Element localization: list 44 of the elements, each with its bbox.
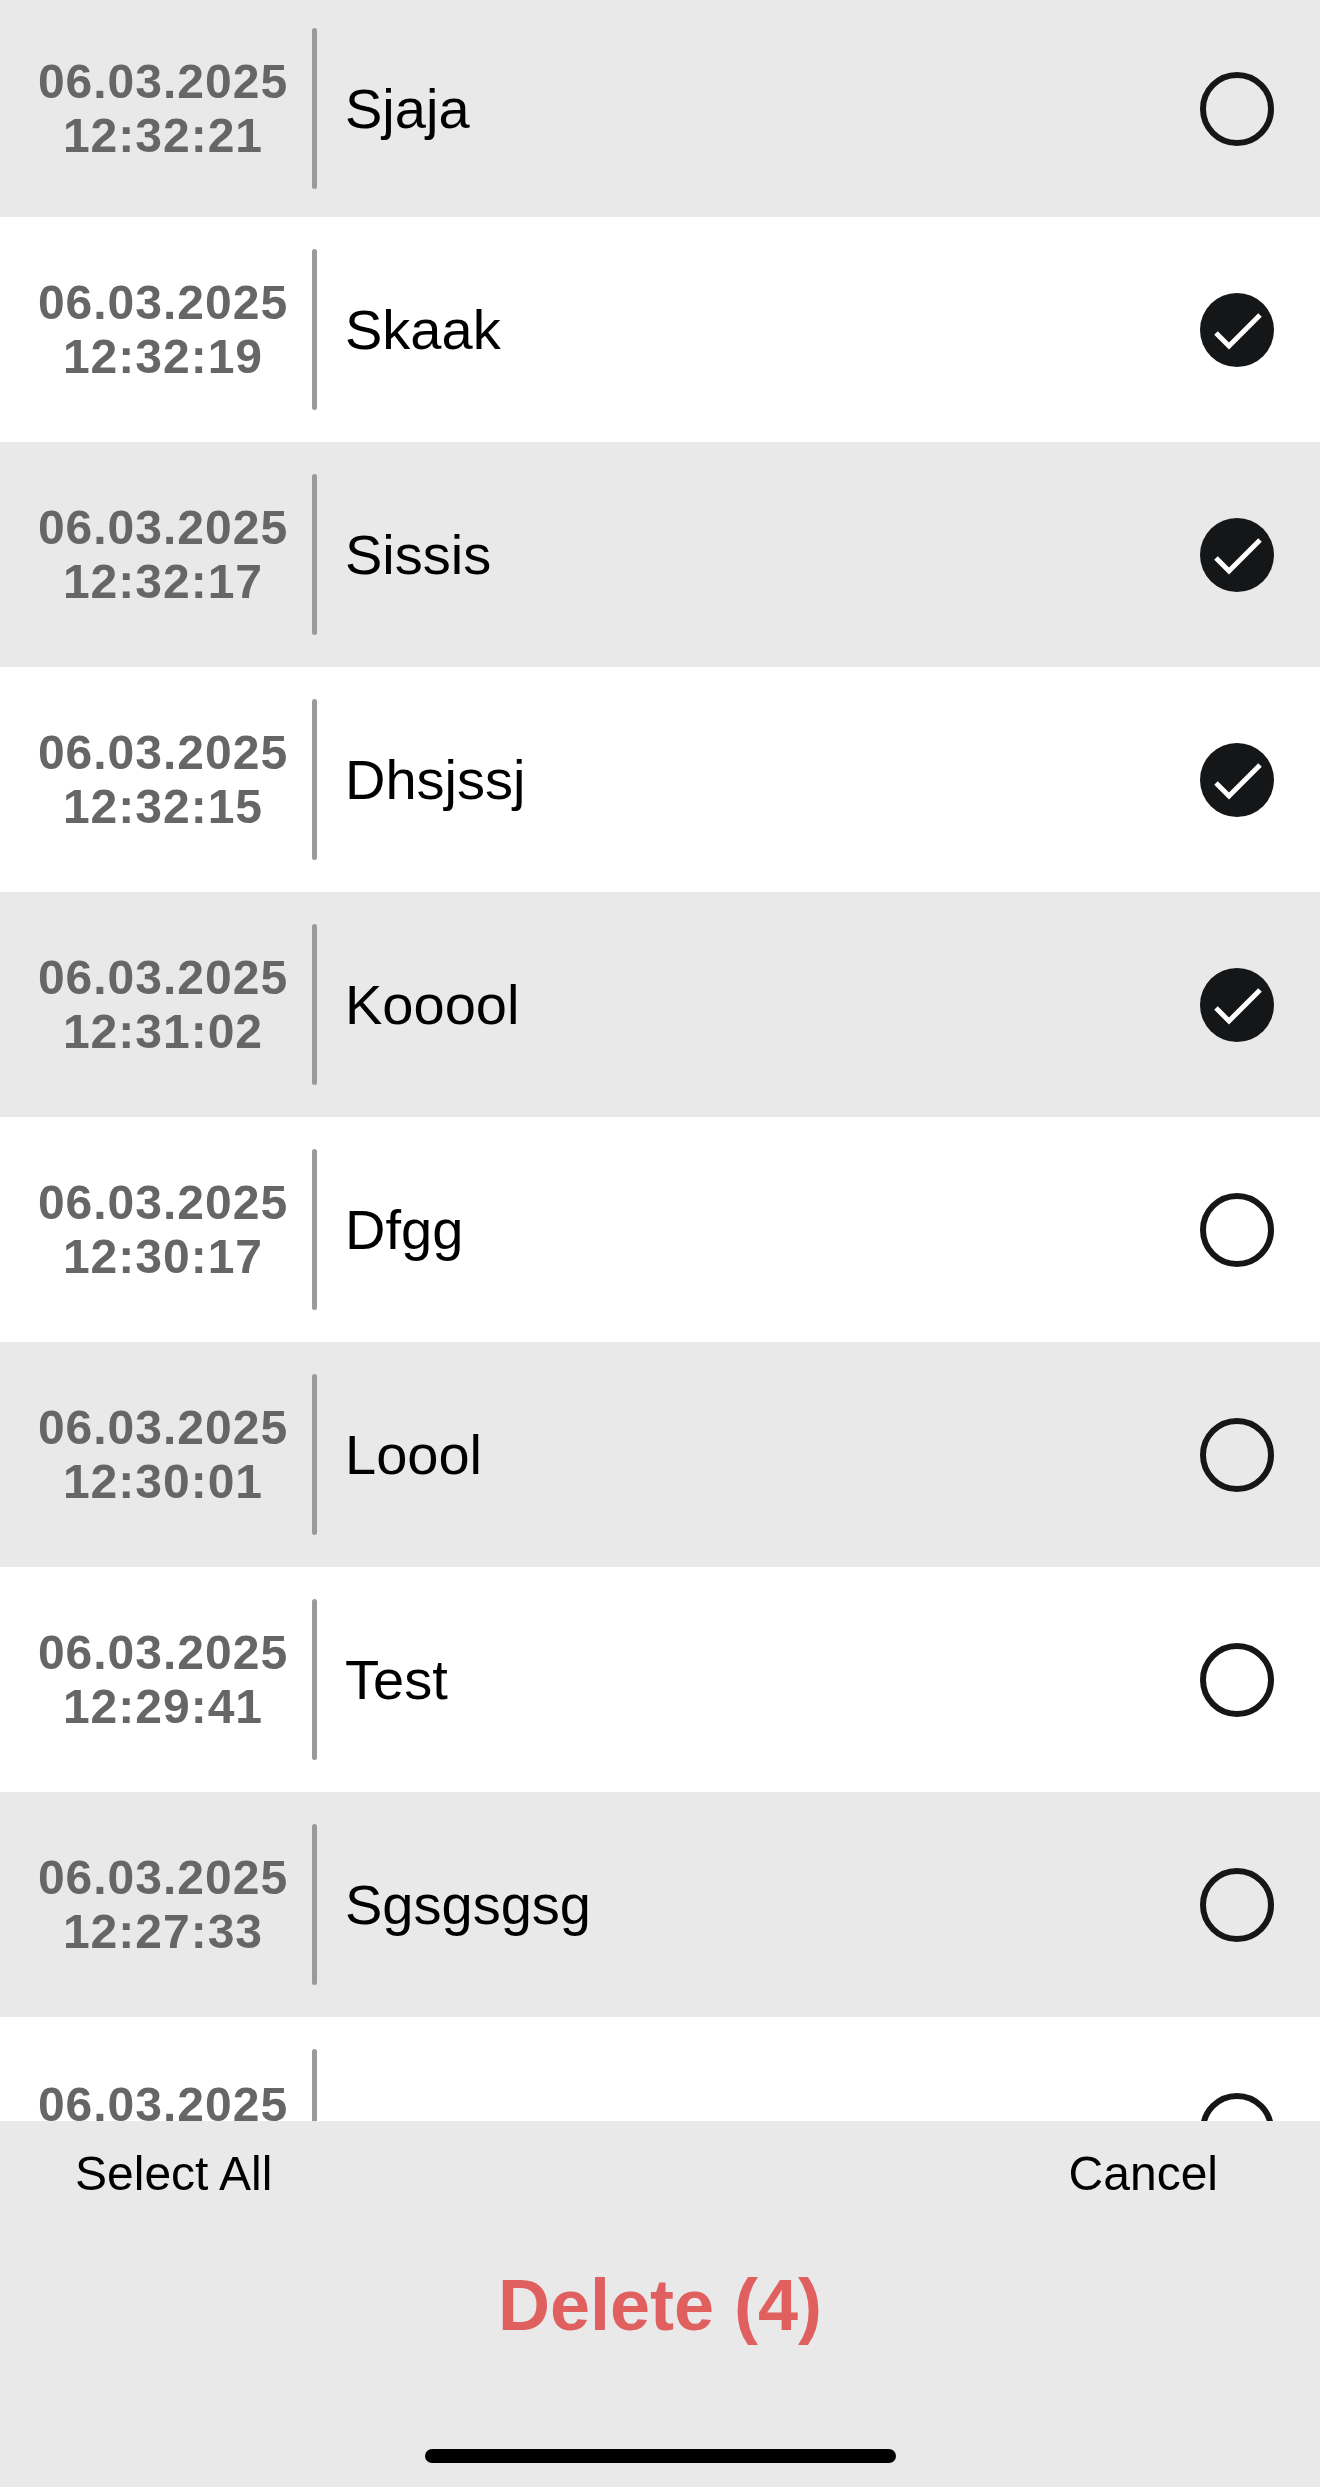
- time-text: 12:32:17: [62, 554, 264, 609]
- time-text: 12:27:33: [62, 1904, 264, 1959]
- time-text: 12:30:17: [62, 1229, 264, 1284]
- time-text: 12:32:21: [62, 108, 264, 163]
- list-row[interactable]: 06.03.2025 12:30:01 Loool: [0, 1342, 1320, 1567]
- list-row[interactable]: 06.03.2025 12:32:21 Sjaja: [0, 0, 1320, 217]
- select-all-button[interactable]: Select All: [75, 2146, 273, 2202]
- time-text: 12:30:01: [62, 1454, 264, 1509]
- list-row[interactable]: 06.03.2025 12:31:02 Kooool: [0, 892, 1320, 1117]
- list-row[interactable]: 06.03.2025 12:27:33 Sgsgsgsg: [0, 1792, 1320, 2017]
- date-text: 06.03.2025: [37, 54, 289, 109]
- entry-title: Sissis: [345, 521, 492, 588]
- selection-checkbox[interactable]: [1200, 967, 1274, 1042]
- selection-checkbox[interactable]: [1200, 1642, 1274, 1717]
- selection-checkbox[interactable]: [1200, 1867, 1274, 1942]
- time-text: 12:32:15: [62, 779, 264, 834]
- entry-title: Dhsjssj: [345, 746, 526, 813]
- entry-title: Kooool: [345, 971, 520, 1038]
- date-text: 06.03.2025: [37, 1175, 289, 1230]
- date-text: 06.03.2025: [37, 725, 289, 780]
- entry-title: Skaak: [345, 296, 501, 363]
- date-text: 06.03.2025: [37, 1850, 289, 1905]
- list-row[interactable]: 06.03.2025 12:32:17 Sissis: [0, 442, 1320, 667]
- time-text: 12:32:19: [62, 329, 264, 384]
- date-text: 06.03.2025: [37, 2078, 289, 2121]
- time-text: 12:29:41: [62, 1679, 264, 1734]
- date-text: 06.03.2025: [37, 500, 289, 555]
- selection-checkbox[interactable]: [1200, 1417, 1274, 1492]
- entry-title: Sjaja: [345, 75, 470, 142]
- cancel-button[interactable]: Cancel: [1068, 2146, 1218, 2202]
- selection-checkbox[interactable]: [1200, 71, 1274, 146]
- selection-checkbox[interactable]: [1200, 1192, 1274, 1267]
- selection-checkbox[interactable]: [1200, 292, 1274, 367]
- date-text: 06.03.2025: [37, 950, 289, 1005]
- entry-title: Sgsgsgsg: [345, 1871, 591, 1938]
- selection-checkbox[interactable]: [1200, 742, 1274, 817]
- selection-checkbox[interactable]: [1200, 517, 1274, 592]
- entry-title: Loool: [345, 1421, 483, 1488]
- date-text: 06.03.2025: [37, 1625, 289, 1680]
- entry-title: Test: [345, 1646, 448, 1713]
- entry-title: Dfgg: [345, 1196, 464, 1263]
- time-text: 12:31:02: [62, 1004, 264, 1059]
- date-text: 06.03.2025: [37, 1400, 289, 1455]
- date-text: 06.03.2025: [37, 275, 289, 330]
